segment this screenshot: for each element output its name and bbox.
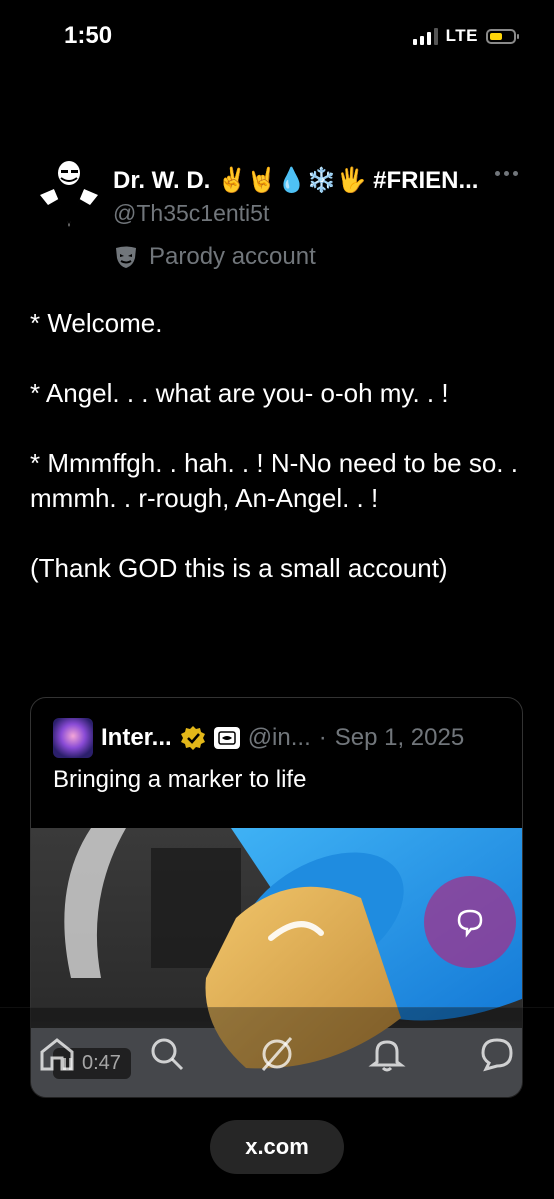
quoted-author-avatar[interactable] xyxy=(53,718,93,758)
more-options-icon[interactable] xyxy=(495,171,518,176)
quoted-tweet-text: Bringing a marker to life xyxy=(53,766,307,793)
tweet-paragraph: * Mmmffgh. . hah. . ! N-No need to be so… xyxy=(30,448,518,513)
tweet-paragraph: (Thank GOD this is a small account) xyxy=(30,553,448,583)
author-handle[interactable]: @Th35c1enti5t xyxy=(113,200,269,227)
quoted-tweet-header: Inter... @in... · Sep 1, 2025 xyxy=(53,718,464,758)
status-indicators: LTE xyxy=(412,26,519,46)
theater-mask-icon xyxy=(116,246,136,268)
status-bar: 1:50 LTE xyxy=(0,0,554,72)
reply-icon xyxy=(457,909,483,938)
author-display-name[interactable]: Dr. W. D. ✌️🤘💧❄️🖐️ #FRIEN... xyxy=(113,166,478,195)
verified-badge-icon xyxy=(180,726,205,750)
status-time: 1:50 xyxy=(64,22,113,49)
separator-dot: · xyxy=(318,724,327,751)
parody-account-label[interactable]: Parody account xyxy=(113,243,316,271)
tweet-text: * Welcome. * Angel. . . what are you- o-… xyxy=(30,306,530,621)
nav-search-icon[interactable] xyxy=(145,1032,189,1076)
battery-icon xyxy=(486,28,519,44)
bottom-nav xyxy=(0,1007,554,1098)
affiliate-badge-icon xyxy=(213,727,240,749)
quoted-author-name[interactable]: Inter... xyxy=(101,724,172,752)
quoted-tweet-date[interactable]: Sep 1, 2025 xyxy=(335,724,464,752)
nav-home-icon[interactable] xyxy=(35,1032,79,1076)
battery-level xyxy=(490,32,502,40)
nav-grok-icon[interactable] xyxy=(255,1032,299,1076)
network-label: LTE xyxy=(445,26,478,45)
signal-icon xyxy=(412,27,438,45)
author-avatar[interactable] xyxy=(30,153,108,231)
tweet-paragraph: * Welcome. xyxy=(30,308,163,338)
nav-notifications-icon[interactable] xyxy=(365,1032,409,1076)
quoted-author-handle[interactable]: @in... xyxy=(248,724,311,752)
nav-messages-icon[interactable] xyxy=(475,1032,519,1076)
browser-url-pill[interactable]: x.com xyxy=(210,1120,344,1174)
browser-url: x.com xyxy=(245,1134,309,1159)
reply-button[interactable] xyxy=(424,876,516,968)
tweet-paragraph: * Angel. . . what are you- o-oh my. . ! xyxy=(30,378,449,408)
parody-account-text: Parody account xyxy=(149,243,316,270)
